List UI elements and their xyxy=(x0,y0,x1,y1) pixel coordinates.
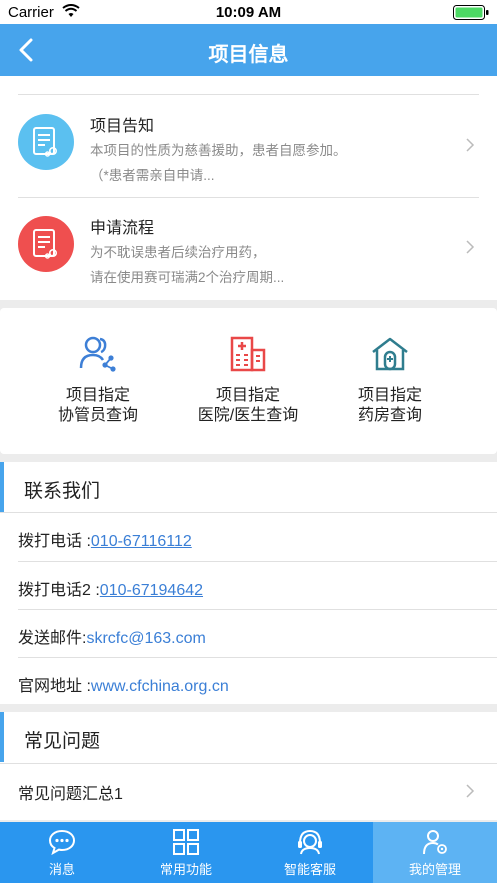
tab-smart-service[interactable]: 智能客服 xyxy=(248,822,372,883)
battery-icon xyxy=(453,5,489,20)
notice-line-2: 请在使用赛可瑞满2个治疗周期... xyxy=(90,270,285,285)
notice-item-apply-process[interactable]: 申请流程 为不耽误患者后续治疗用药， 请在使用赛可瑞满2个治疗周期... xyxy=(0,198,497,302)
shortcut-label-line-2: 药房查询 xyxy=(357,407,422,424)
tab-label: 我的管理 xyxy=(408,862,461,877)
document-icon xyxy=(33,229,57,259)
shortcut-card: 项目指定 协管员查询 项目指定 医院/医生查询 项目指定 药房查询 xyxy=(0,308,497,454)
tab-label: 消息 xyxy=(48,862,75,877)
tab-my-management[interactable]: 我的管理 xyxy=(373,822,497,883)
page-title: 项目信息 xyxy=(208,44,289,66)
website-link[interactable]: www.cfchina.org.cn xyxy=(91,678,229,695)
tab-messages[interactable]: 消息 xyxy=(0,822,124,883)
tab-label: 智能客服 xyxy=(283,862,336,877)
contact-label: 拨打电话2 : xyxy=(18,582,100,599)
message-icon xyxy=(48,829,76,855)
contact-row-phone-1[interactable]: 拨打电话 :010-67116112 xyxy=(0,513,497,561)
notice-icon-circle xyxy=(18,216,74,272)
shortcut-label-line-2: 协管员查询 xyxy=(57,407,138,424)
contact-card: 联系我们 拨打电话 :010-67116112 拨打电话2 :010-67194… xyxy=(0,462,497,704)
notice-line-1: 本项目的性质为慈善援助，患者自愿参加。 xyxy=(90,143,347,158)
contact-row-phone-2[interactable]: 拨打电话2 :010-67194642 xyxy=(0,562,497,610)
section-accent-bar xyxy=(0,462,4,512)
chevron-right-icon xyxy=(466,138,475,152)
hospital-icon xyxy=(230,336,266,372)
tab-label: 常用功能 xyxy=(159,862,212,877)
shortcut-label-line-1: 项目指定 xyxy=(215,387,280,404)
shortcut-pharmacy-query[interactable]: 项目指定 药房查询 xyxy=(310,334,470,426)
notice-line-1: 为不耽误患者后续治疗用药， xyxy=(90,245,266,260)
document-icon xyxy=(33,127,57,157)
section-header-contact: 联系我们 xyxy=(0,462,497,512)
divider xyxy=(0,763,497,764)
contact-label: 发送邮件: xyxy=(18,630,87,647)
nav-bar: 项目信息 xyxy=(0,24,497,76)
section-header-faq: 常见问题 xyxy=(0,712,497,762)
divider xyxy=(18,94,479,95)
notice-item-project-notice[interactable]: 项目告知 本项目的性质为慈善援助，患者自愿参加。 （*患者需亲自申请... xyxy=(0,96,497,200)
faq-item-label: 常见问题汇总1 xyxy=(18,786,123,803)
section-accent-bar xyxy=(0,712,4,762)
tab-bar: 消息 常用功能 智能客服 我的管理 xyxy=(0,822,497,883)
shortcut-label-line-1: 项目指定 xyxy=(357,387,422,404)
chevron-right-icon xyxy=(466,784,475,798)
faq-item[interactable]: 常见问题汇总1 xyxy=(0,766,497,814)
contact-row-website[interactable]: 官网地址 :www.cfchina.org.cn xyxy=(0,658,497,706)
contact-row-email[interactable]: 发送邮件:skrcfc@163.com xyxy=(0,610,497,658)
contact-label: 官网地址 : xyxy=(18,678,91,695)
chevron-right-icon xyxy=(466,240,475,254)
phone-link-2[interactable]: 010-67194642 xyxy=(100,582,203,599)
notice-line-2: （*患者需亲自申请... xyxy=(90,168,215,183)
email-link[interactable]: skrcfc@163.com xyxy=(86,630,205,647)
status-time: 10:09 AM xyxy=(215,4,282,21)
grid-icon xyxy=(173,829,199,855)
faq-card: 常见问题 常见问题汇总1 xyxy=(0,712,497,820)
notice-title: 项目告知 xyxy=(90,118,155,135)
notice-icon-circle xyxy=(18,114,74,170)
headset-icon xyxy=(298,829,322,855)
shortcut-label-line-1: 项目指定 xyxy=(65,387,130,404)
shortcut-label-line-2: 医院/医生查询 xyxy=(197,407,299,424)
shortcut-hospital-doctor-query[interactable]: 项目指定 医院/医生查询 xyxy=(168,334,328,426)
notice-title: 申请流程 xyxy=(90,220,155,237)
notice-card: 项目告知 本项目的性质为慈善援助，患者自愿参加。 （*患者需亲自申请... 申请… xyxy=(0,76,497,300)
status-bar: Carrier 10:09 AM xyxy=(0,0,497,24)
shortcut-coordinator-query[interactable]: 项目指定 协管员查询 xyxy=(18,334,178,426)
user-gear-icon xyxy=(423,830,447,855)
section-title: 常见问题 xyxy=(24,731,101,752)
section-title: 联系我们 xyxy=(24,481,101,502)
tab-common-functions[interactable]: 常用功能 xyxy=(124,822,248,883)
pharmacy-icon xyxy=(372,337,408,371)
contact-label: 拨打电话 : xyxy=(18,533,91,550)
phone-link-1[interactable]: 010-67116112 xyxy=(91,533,192,550)
users-icon xyxy=(79,336,116,372)
